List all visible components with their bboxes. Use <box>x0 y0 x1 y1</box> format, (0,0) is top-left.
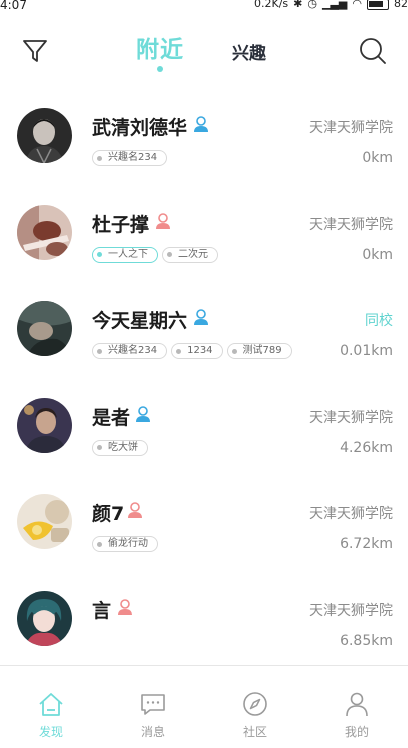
filter-icon <box>23 40 47 62</box>
tab-interest[interactable]: 兴趣 <box>232 39 266 64</box>
avatar[interactable] <box>17 204 72 260</box>
interest-tags: 吃大饼 <box>92 439 148 456</box>
user-name: 今天星期六 <box>92 310 188 332</box>
network-speed: 0.2K/s <box>254 0 289 10</box>
tag-dot-icon <box>97 252 102 257</box>
tag-dot-icon <box>231 348 237 354</box>
interest-tag[interactable]: 兴趣名234 <box>92 343 168 359</box>
school-label: 天津天狮学院 <box>309 120 393 136</box>
interest-tag[interactable]: 偷龙行动 <box>92 536 158 552</box>
message-icon <box>141 694 165 715</box>
distance-label: 0.01km <box>340 343 393 359</box>
male-user-icon <box>194 309 208 325</box>
interest-tag[interactable]: 一人之下 <box>92 246 158 263</box>
interest-tag-label: 1234 <box>187 345 213 356</box>
search-button[interactable] <box>356 34 390 68</box>
interest-tag[interactable]: 二次元 <box>162 246 218 263</box>
nav-item-community[interactable]: 社区 <box>204 666 306 748</box>
interest-tag-label: 一人之下 <box>108 248 148 260</box>
female-user-icon <box>156 212 170 229</box>
tag-dot-icon <box>176 348 182 354</box>
alarm-icon: ◷ <box>307 0 317 10</box>
nav-label: 发现 <box>38 725 63 739</box>
interest-tag-label: 兴趣名234 <box>108 345 158 356</box>
battery-level: 82 <box>394 0 408 10</box>
tag-dot-icon <box>97 445 102 450</box>
tag-dot-icon <box>97 348 102 354</box>
avatar[interactable] <box>17 301 72 356</box>
interest-tag[interactable]: 兴趣名234 <box>92 150 168 166</box>
wifi-icon: ◠ <box>352 0 362 10</box>
interest-tag-label: 偷龙行动 <box>108 538 148 549</box>
interest-tags: 一人之下 二次元 <box>92 246 218 263</box>
interest-tag[interactable]: 测试789 <box>226 343 292 359</box>
filter-button[interactable] <box>18 34 52 68</box>
nav-item-profile[interactable]: 我的 <box>306 666 408 748</box>
search-icon <box>360 38 386 64</box>
female-user-icon <box>118 598 132 615</box>
school-label: 天津天狮学院 <box>309 602 393 619</box>
interest-tag-label: 测试789 <box>242 345 282 356</box>
profile-icon <box>346 692 368 717</box>
interest-tag-label: 二次元 <box>178 248 208 260</box>
compass-icon <box>243 692 267 716</box>
user-name: 颜7 <box>92 503 125 525</box>
distance-label: 6.72km <box>340 536 393 552</box>
nav-label: 社区 <box>242 725 267 739</box>
nearby-user-list: 武清刘德华 天津天狮学院 兴趣名234 0km 杜子撑 天津天狮学院 一人之下 … <box>0 88 408 667</box>
interest-tag[interactable]: 1234 <box>171 343 223 359</box>
interest-tags: 兴趣名234 1234 测试789 <box>92 343 292 359</box>
user-name: 言 <box>92 599 112 622</box>
bottom-nav: 发现 消息 社区 我的 <box>0 665 408 748</box>
school-label: 天津天狮学院 <box>309 216 393 233</box>
status-bar: 4:07 0.2K/s ✱ ◷ ▁▃▅ ◠ 82 <box>0 0 408 14</box>
list-item[interactable]: 是者 天津天狮学院 吃大饼 4.26km <box>0 378 408 475</box>
status-indicators: 0.2K/s ✱ ◷ ▁▃▅ ◠ 82 <box>254 0 408 10</box>
user-name: 是者 <box>92 406 131 429</box>
interest-tags: 偷龙行动 <box>92 536 158 552</box>
male-user-icon <box>136 405 150 422</box>
top-header: 附近 兴趣 <box>0 22 408 82</box>
distance-label: 4.26km <box>340 439 393 456</box>
user-name: 杜子撑 <box>92 213 150 236</box>
nav-item-messages[interactable]: 消息 <box>102 666 204 748</box>
nav-label: 消息 <box>140 725 165 739</box>
interest-tag[interactable]: 吃大饼 <box>92 439 148 456</box>
avatar[interactable] <box>17 590 72 646</box>
list-item[interactable]: 今天星期六 同校 兴趣名234 1234 测试789 0.01km <box>0 281 408 378</box>
bluetooth-icon: ✱ <box>293 0 303 10</box>
list-item[interactable]: 言 天津天狮学院 6.85km <box>0 571 408 668</box>
distance-label: 0km <box>362 246 393 263</box>
same-school-label: 同校 <box>365 313 393 329</box>
interest-tags: 兴趣名234 <box>92 150 168 166</box>
list-item[interactable]: 杜子撑 天津天狮学院 一人之下 二次元 0km <box>0 185 408 282</box>
interest-tag-label: 吃大饼 <box>108 441 138 453</box>
list-item[interactable]: 武清刘德华 天津天狮学院 兴趣名234 0km <box>0 88 408 185</box>
interest-tag-label: 兴趣名234 <box>108 152 158 163</box>
home-icon <box>39 693 63 716</box>
battery-icon <box>367 0 389 10</box>
nav-item-discover[interactable]: 发现 <box>0 666 102 748</box>
active-tab-indicator <box>157 66 163 72</box>
avatar[interactable] <box>17 108 72 163</box>
male-user-icon <box>194 116 208 132</box>
female-user-icon <box>128 502 142 518</box>
status-time: 4:07 <box>0 0 27 12</box>
tag-dot-icon <box>167 252 172 257</box>
tag-dot-icon <box>97 541 102 547</box>
avatar[interactable] <box>17 494 72 549</box>
list-item[interactable]: 颜7 天津天狮学院 偷龙行动 6.72km <box>0 474 408 571</box>
school-label: 天津天狮学院 <box>309 409 393 426</box>
tab-nearby[interactable]: 附近 <box>136 30 184 64</box>
distance-label: 0km <box>362 150 393 166</box>
avatar[interactable] <box>17 397 72 453</box>
user-name: 武清刘德华 <box>92 117 188 139</box>
tag-dot-icon <box>97 155 102 161</box>
signal-icon: ▁▃▅ <box>322 0 348 10</box>
nav-label: 我的 <box>344 725 369 739</box>
distance-label: 6.85km <box>340 632 393 649</box>
school-label: 天津天狮学院 <box>309 506 393 522</box>
